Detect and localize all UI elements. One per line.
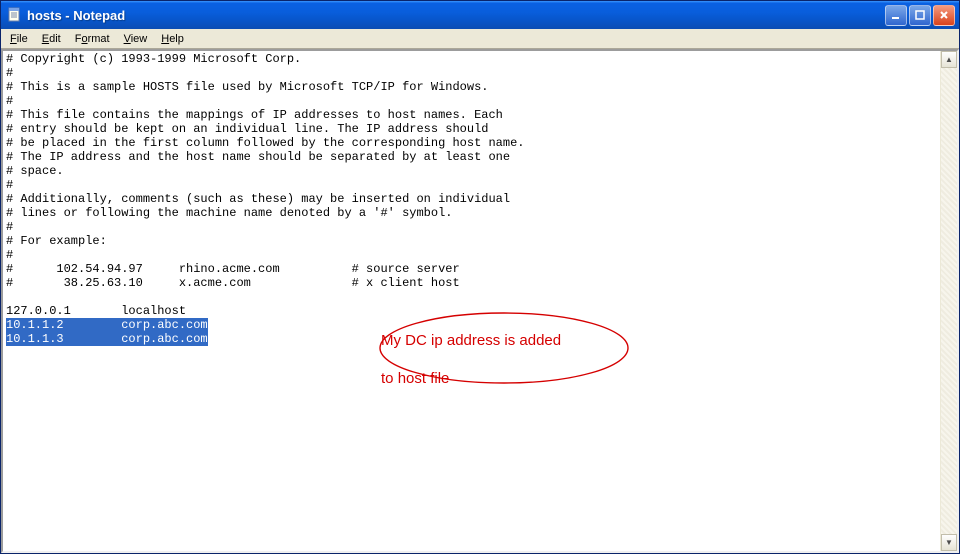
text-line-selected: 10.1.1.3 corp.abc.com bbox=[6, 332, 208, 346]
text-area[interactable]: # Copyright (c) 1993-1999 Microsoft Corp… bbox=[3, 51, 940, 551]
text-line: # Additionally, comments (such as these)… bbox=[6, 192, 510, 206]
menubar: File Edit Format View Help bbox=[1, 29, 959, 49]
menu-view[interactable]: View bbox=[117, 31, 155, 47]
text-line: # bbox=[6, 66, 13, 80]
scroll-track[interactable] bbox=[941, 68, 957, 534]
text-line: # 38.25.63.10 x.acme.com # x client host bbox=[6, 276, 460, 290]
text-line: # The IP address and the host name shoul… bbox=[6, 150, 510, 164]
text-line: # bbox=[6, 220, 13, 234]
text-line: # This is a sample HOSTS file used by Mi… bbox=[6, 80, 488, 94]
maximize-button[interactable] bbox=[909, 5, 931, 26]
text-line: 127.0.0.1 localhost bbox=[6, 304, 186, 318]
menu-file[interactable]: File bbox=[3, 31, 35, 47]
menu-help[interactable]: Help bbox=[154, 31, 191, 47]
notepad-icon bbox=[7, 7, 23, 23]
text-line: # space. bbox=[6, 164, 64, 178]
text-line-selected: 10.1.1.2 corp.abc.com bbox=[6, 318, 208, 332]
text-line: # bbox=[6, 248, 13, 262]
text-line: # For example: bbox=[6, 234, 107, 248]
text-line: # entry should be kept on an individual … bbox=[6, 122, 488, 136]
text-line: # bbox=[6, 94, 13, 108]
vertical-scrollbar[interactable]: ▲ ▼ bbox=[940, 51, 957, 551]
text-line: # 102.54.94.97 rhino.acme.com # source s… bbox=[6, 262, 460, 276]
text-line: # lines or following the machine name de… bbox=[6, 206, 452, 220]
close-button[interactable] bbox=[933, 5, 955, 26]
text-line: # bbox=[6, 178, 13, 192]
minimize-button[interactable] bbox=[885, 5, 907, 26]
annotation-text: My DC ip address is added to host file bbox=[331, 312, 561, 407]
client-area: # Copyright (c) 1993-1999 Microsoft Corp… bbox=[1, 49, 959, 553]
window-title: hosts - Notepad bbox=[27, 8, 885, 23]
notepad-window: hosts - Notepad File Edit Format View He… bbox=[0, 0, 960, 554]
scroll-down-button[interactable]: ▼ bbox=[941, 534, 957, 551]
text-line: # Copyright (c) 1993-1999 Microsoft Corp… bbox=[6, 52, 301, 66]
text-area-wrap: # Copyright (c) 1993-1999 Microsoft Corp… bbox=[3, 51, 957, 551]
scroll-up-button[interactable]: ▲ bbox=[941, 51, 957, 68]
text-line: # be placed in the first column followed… bbox=[6, 136, 524, 150]
titlebar[interactable]: hosts - Notepad bbox=[1, 1, 959, 29]
menu-edit[interactable]: Edit bbox=[35, 31, 68, 47]
window-controls bbox=[885, 5, 955, 26]
annotation-callout: My DC ip address is added to host file bbox=[303, 295, 561, 373]
menu-format[interactable]: Format bbox=[68, 31, 117, 47]
text-line: # This file contains the mappings of IP … bbox=[6, 108, 503, 122]
